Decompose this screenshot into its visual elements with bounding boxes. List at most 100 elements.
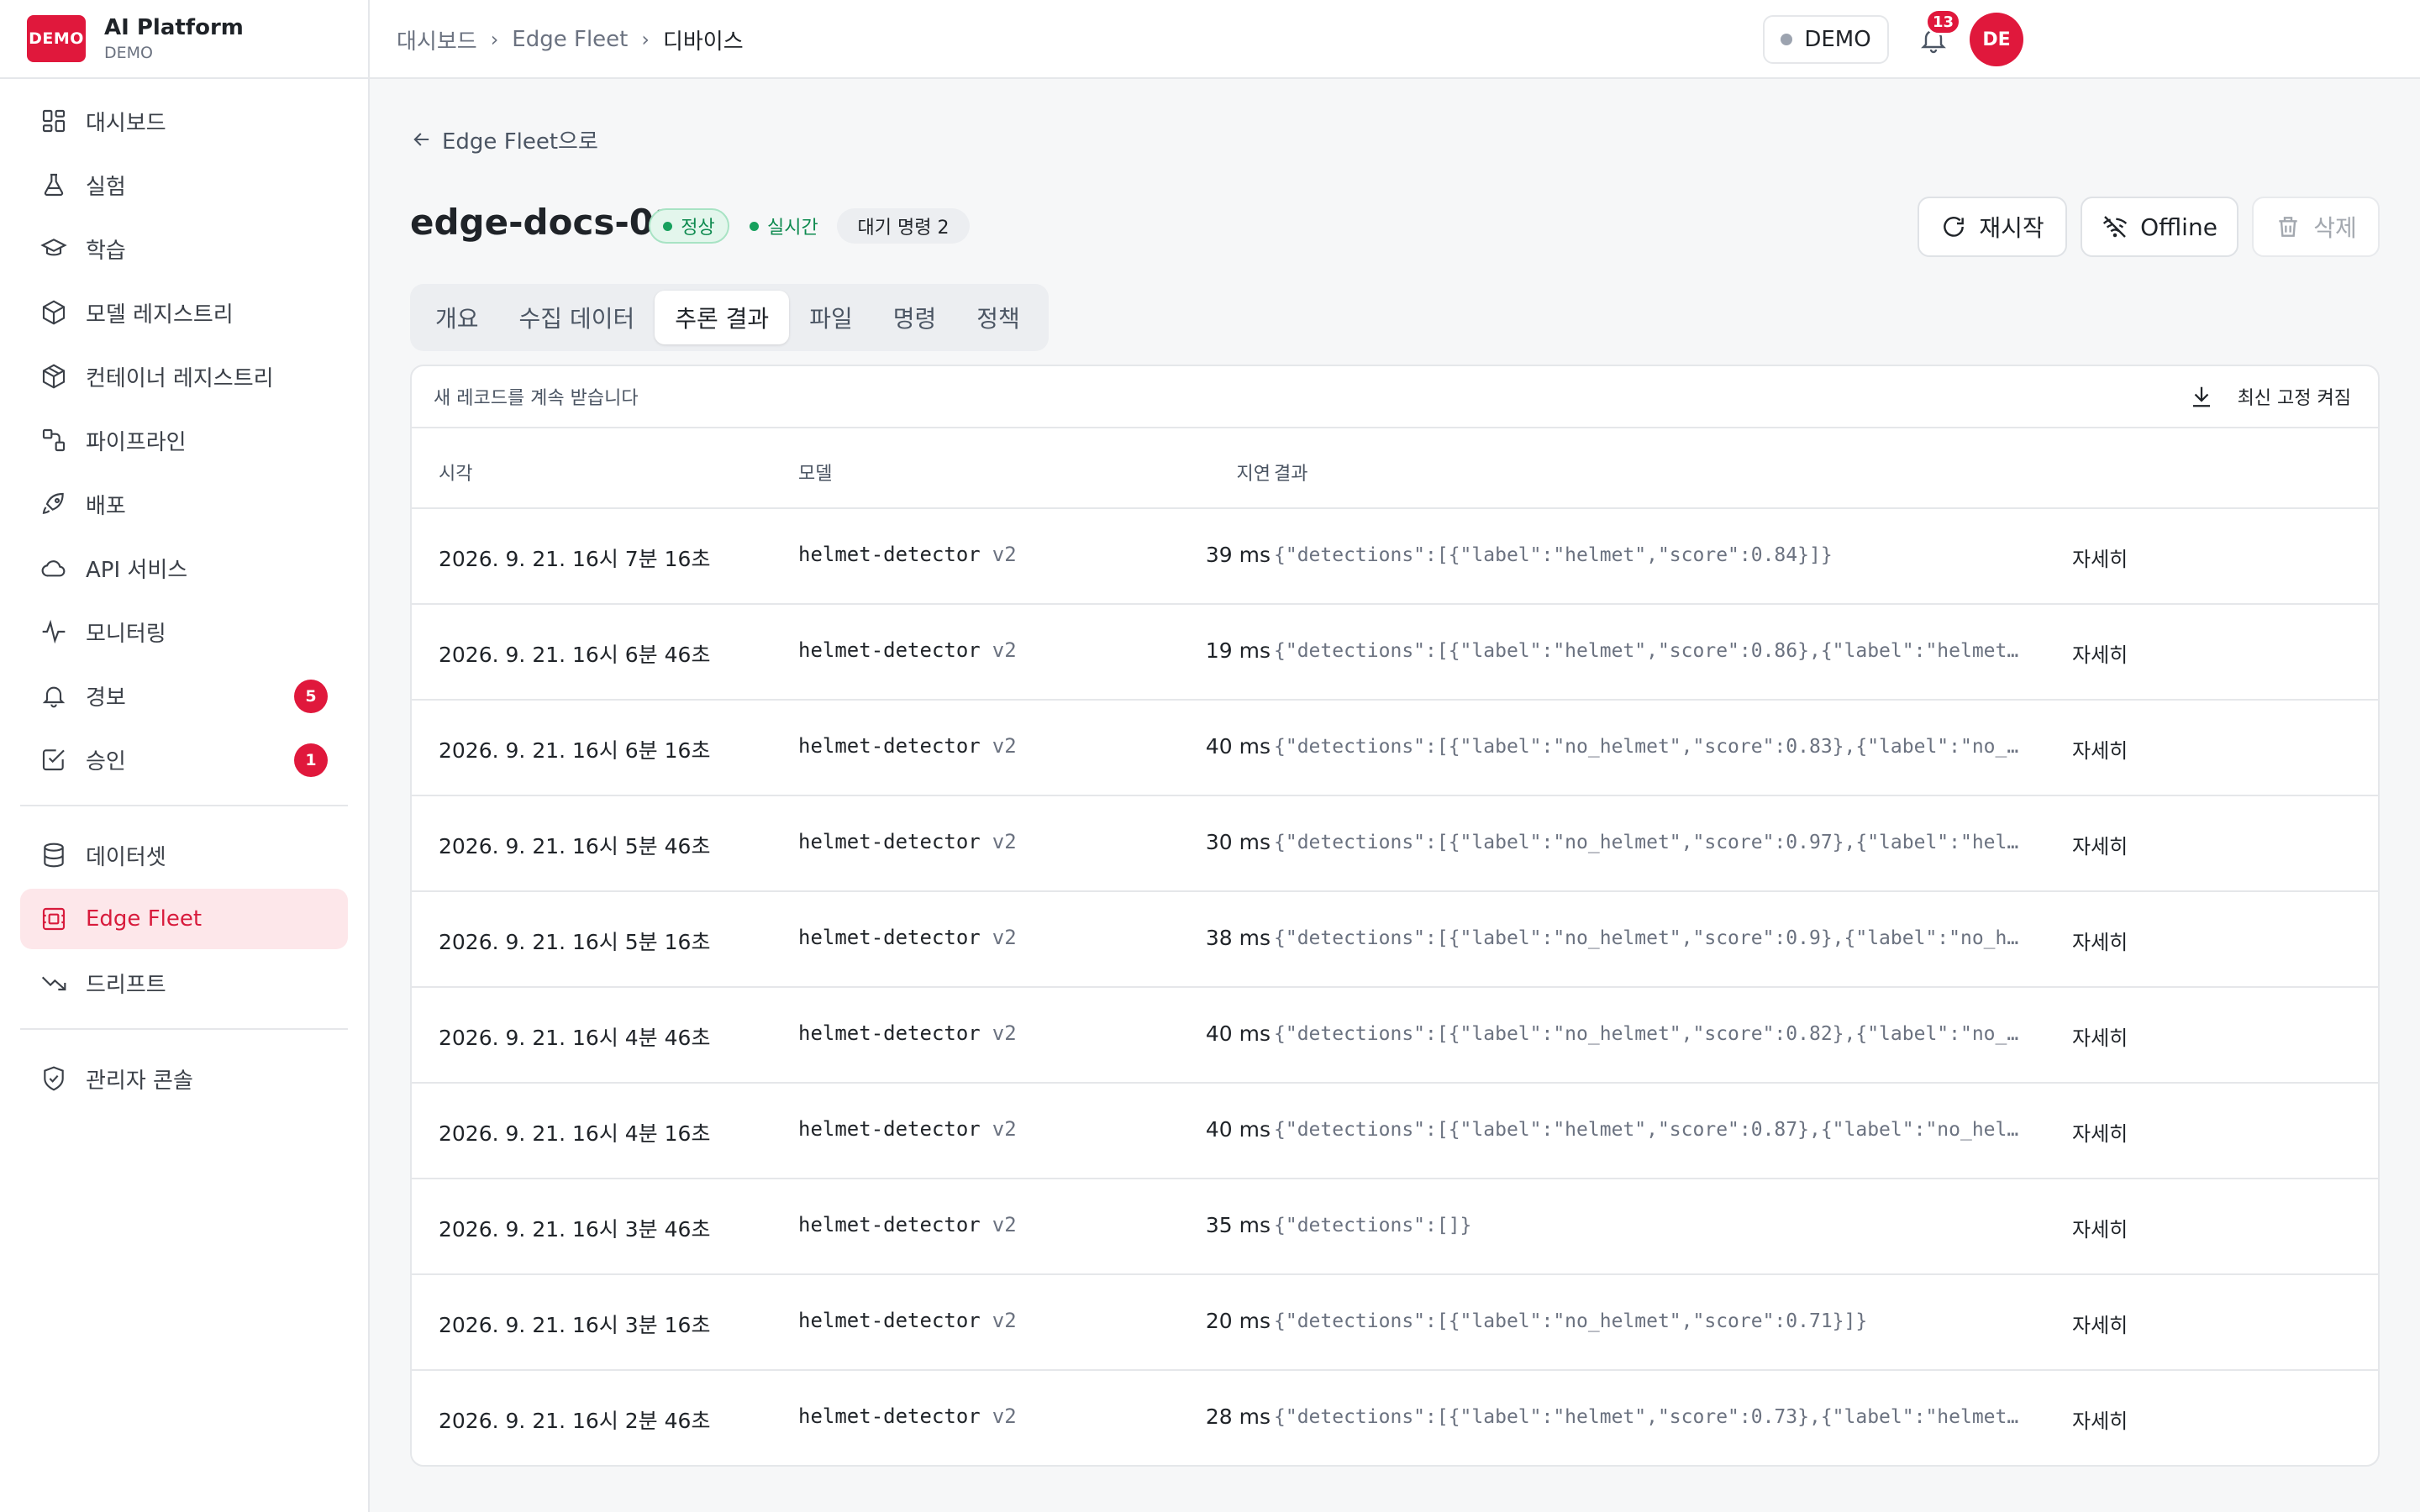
row-latency: 40 ms bbox=[1205, 1021, 1270, 1046]
row-model: helmet-detector v2 bbox=[798, 1117, 1017, 1141]
tab-overview[interactable]: 개요 bbox=[415, 291, 499, 344]
column-header-model[interactable]: 모델 bbox=[798, 459, 832, 486]
check-square-icon bbox=[40, 746, 67, 773]
live-label: 실시간 bbox=[767, 218, 818, 239]
row-result: {"detections":[{"label":"helmet","score"… bbox=[1274, 1406, 2019, 1428]
sidebar-item-label: 승인 bbox=[86, 748, 126, 774]
sidebar-item-dashboard[interactable]: 대시보드 bbox=[20, 91, 348, 151]
sidebar-item-label: 실험 bbox=[86, 174, 126, 200]
streaming-note: 새 레코드를 계속 받습니다 bbox=[434, 388, 639, 409]
model-version: v2 bbox=[992, 1117, 1017, 1141]
model-name: helmet-detector bbox=[798, 734, 981, 758]
offline-button-label: Offline bbox=[2140, 213, 2217, 241]
row-detail-button[interactable]: 자세히 bbox=[2072, 1021, 2128, 1051]
row-result: {"detections":[{"label":"no_helmet","sco… bbox=[1274, 832, 2019, 853]
model-version: v2 bbox=[992, 543, 1017, 566]
row-detail-button[interactable]: 자세히 bbox=[2072, 638, 2128, 668]
sidebar-item-label: 모델 레지스트리 bbox=[86, 302, 234, 328]
row-detail-button[interactable]: 자세히 bbox=[2072, 1404, 2128, 1434]
user-avatar[interactable]: DE bbox=[1970, 13, 2023, 66]
row-detail-button[interactable]: 자세히 bbox=[2072, 734, 2128, 764]
column-header-time[interactable]: 시각 bbox=[439, 459, 472, 486]
back-to-edge-fleet-link[interactable]: Edge Fleet으로 bbox=[410, 123, 598, 156]
sidebar-item-api-service[interactable]: API 서비스 bbox=[20, 538, 348, 598]
row-detail-button[interactable]: 자세히 bbox=[2072, 543, 2128, 572]
sidebar-item-admin-console[interactable]: 관리자 콘솔 bbox=[20, 1048, 348, 1109]
sidebar-item-deploy[interactable]: 배포 bbox=[20, 474, 348, 534]
sidebar-item-pipeline[interactable]: 파이프라인 bbox=[20, 410, 348, 470]
tab-policy[interactable]: 정책 bbox=[956, 291, 1040, 344]
row-latency: 28 ms bbox=[1205, 1404, 1270, 1429]
tab-collected-data[interactable]: 수집 데이터 bbox=[499, 291, 655, 344]
model-version: v2 bbox=[992, 638, 1017, 662]
row-result: {"detections":[{"label":"no_helmet","sco… bbox=[1274, 1023, 2019, 1045]
restart-button[interactable]: 재시작 bbox=[1918, 197, 2067, 257]
sidebar-item-container-registry[interactable]: 컨테이너 레지스트리 bbox=[20, 346, 348, 407]
tab-inference-results[interactable]: 추론 결과 bbox=[655, 291, 790, 344]
offline-button[interactable]: Offline bbox=[2081, 197, 2238, 257]
sidebar-item-model-registry[interactable]: 모델 레지스트리 bbox=[20, 282, 348, 343]
row-latency: 38 ms bbox=[1205, 926, 1270, 950]
restart-button-label: 재시작 bbox=[1979, 214, 2044, 242]
sidebar-item-monitoring[interactable]: 모니터링 bbox=[20, 601, 348, 662]
row-latency: 20 ms bbox=[1205, 1309, 1270, 1333]
model-name: helmet-detector bbox=[798, 926, 981, 949]
row-result: {"detections":[{"label":"no_helmet","sco… bbox=[1274, 1310, 1868, 1332]
approvals-count-badge: 1 bbox=[294, 743, 328, 777]
tab-commands[interactable]: 명령 bbox=[873, 291, 957, 344]
table-row: 2026. 9. 21. 16시 3분 46초 helmet-detector v… bbox=[412, 1179, 2378, 1275]
sidebar-item-label: 학습 bbox=[86, 238, 126, 264]
table-row: 2026. 9. 21. 16시 4분 16초 helmet-detector v… bbox=[412, 1084, 2378, 1179]
pin-latest-label: 최신 고정 켜짐 bbox=[2237, 388, 2351, 409]
sidebar-item-drift[interactable]: 드리프트 bbox=[20, 953, 348, 1013]
row-detail-button[interactable]: 자세히 bbox=[2072, 830, 2128, 859]
database-icon bbox=[40, 842, 67, 869]
table-row: 2026. 9. 21. 16시 7분 16초 helmet-detector v… bbox=[412, 509, 2378, 605]
row-model: helmet-detector v2 bbox=[798, 543, 1017, 566]
column-header-latency[interactable]: 지연 bbox=[1186, 459, 1270, 486]
arrow-left-icon bbox=[410, 128, 434, 151]
breadcrumb-current: 디바이스 bbox=[662, 29, 744, 55]
sidebar-item-approvals[interactable]: 승인 1 bbox=[20, 729, 348, 790]
row-detail-button[interactable]: 자세히 bbox=[2072, 1213, 2128, 1242]
breadcrumb-dashboard[interactable]: 대시보드 bbox=[397, 24, 477, 55]
brand[interactable]: DEMO AI Platform DEMO bbox=[0, 0, 368, 79]
sidebar-item-datasets[interactable]: 데이터셋 bbox=[20, 825, 348, 885]
model-name: helmet-detector bbox=[798, 830, 981, 853]
cube-icon bbox=[40, 299, 67, 326]
row-time: 2026. 9. 21. 16시 4분 46초 bbox=[439, 1026, 711, 1050]
row-time: 2026. 9. 21. 16시 6분 46초 bbox=[439, 643, 711, 667]
delete-button[interactable]: 삭제 bbox=[2252, 197, 2380, 257]
row-time: 2026. 9. 21. 16시 7분 16초 bbox=[439, 547, 711, 571]
environment-label: DEMO bbox=[1804, 27, 1871, 52]
row-detail-button[interactable]: 자세히 bbox=[2072, 1117, 2128, 1147]
topbar: 대시보드 › Edge Fleet › 디바이스 bbox=[370, 0, 2420, 79]
table-row: 2026. 9. 21. 16시 5분 16초 helmet-detector v… bbox=[412, 892, 2378, 988]
sidebar-item-label: 컨테이너 레지스트리 bbox=[86, 365, 274, 391]
alerts-count-badge: 5 bbox=[294, 680, 328, 713]
row-model: helmet-detector v2 bbox=[798, 638, 1017, 662]
pin-latest-toggle[interactable]: 최신 고정 켜짐 bbox=[2189, 383, 2351, 410]
sidebar-divider bbox=[20, 805, 348, 806]
model-name: helmet-detector bbox=[798, 1404, 981, 1428]
row-detail-button[interactable]: 자세히 bbox=[2072, 1309, 2128, 1338]
sidebar-item-edge-fleet[interactable]: Edge Fleet bbox=[20, 889, 348, 949]
status-dot-icon bbox=[1781, 34, 1793, 45]
breadcrumb-edge-fleet[interactable]: Edge Fleet bbox=[512, 27, 628, 52]
row-result: {"detections":[{"label":"helmet","score"… bbox=[1274, 640, 2019, 662]
sidebar-item-alerts[interactable]: 경보 5 bbox=[20, 665, 348, 726]
row-time: 2026. 9. 21. 16시 3분 46초 bbox=[439, 1217, 711, 1242]
row-detail-button[interactable]: 자세히 bbox=[2072, 926, 2128, 955]
sidebar-item-experiments[interactable]: 실험 bbox=[20, 155, 348, 215]
sidebar-divider bbox=[20, 1028, 348, 1030]
sidebar-item-training[interactable]: 학습 bbox=[20, 218, 348, 279]
model-name: helmet-detector bbox=[798, 1021, 981, 1045]
sidebar-item-label: 경보 bbox=[86, 685, 126, 711]
brand-text: AI Platform DEMO bbox=[104, 15, 244, 62]
row-time: 2026. 9. 21. 16시 5분 16초 bbox=[439, 930, 711, 954]
environment-selector[interactable]: DEMO bbox=[1763, 15, 1889, 64]
tab-files[interactable]: 파일 bbox=[789, 291, 873, 344]
model-name: helmet-detector bbox=[798, 543, 981, 566]
column-header-result[interactable]: 결과 bbox=[1274, 459, 1307, 486]
status-badge-label: 정상 bbox=[681, 218, 715, 239]
